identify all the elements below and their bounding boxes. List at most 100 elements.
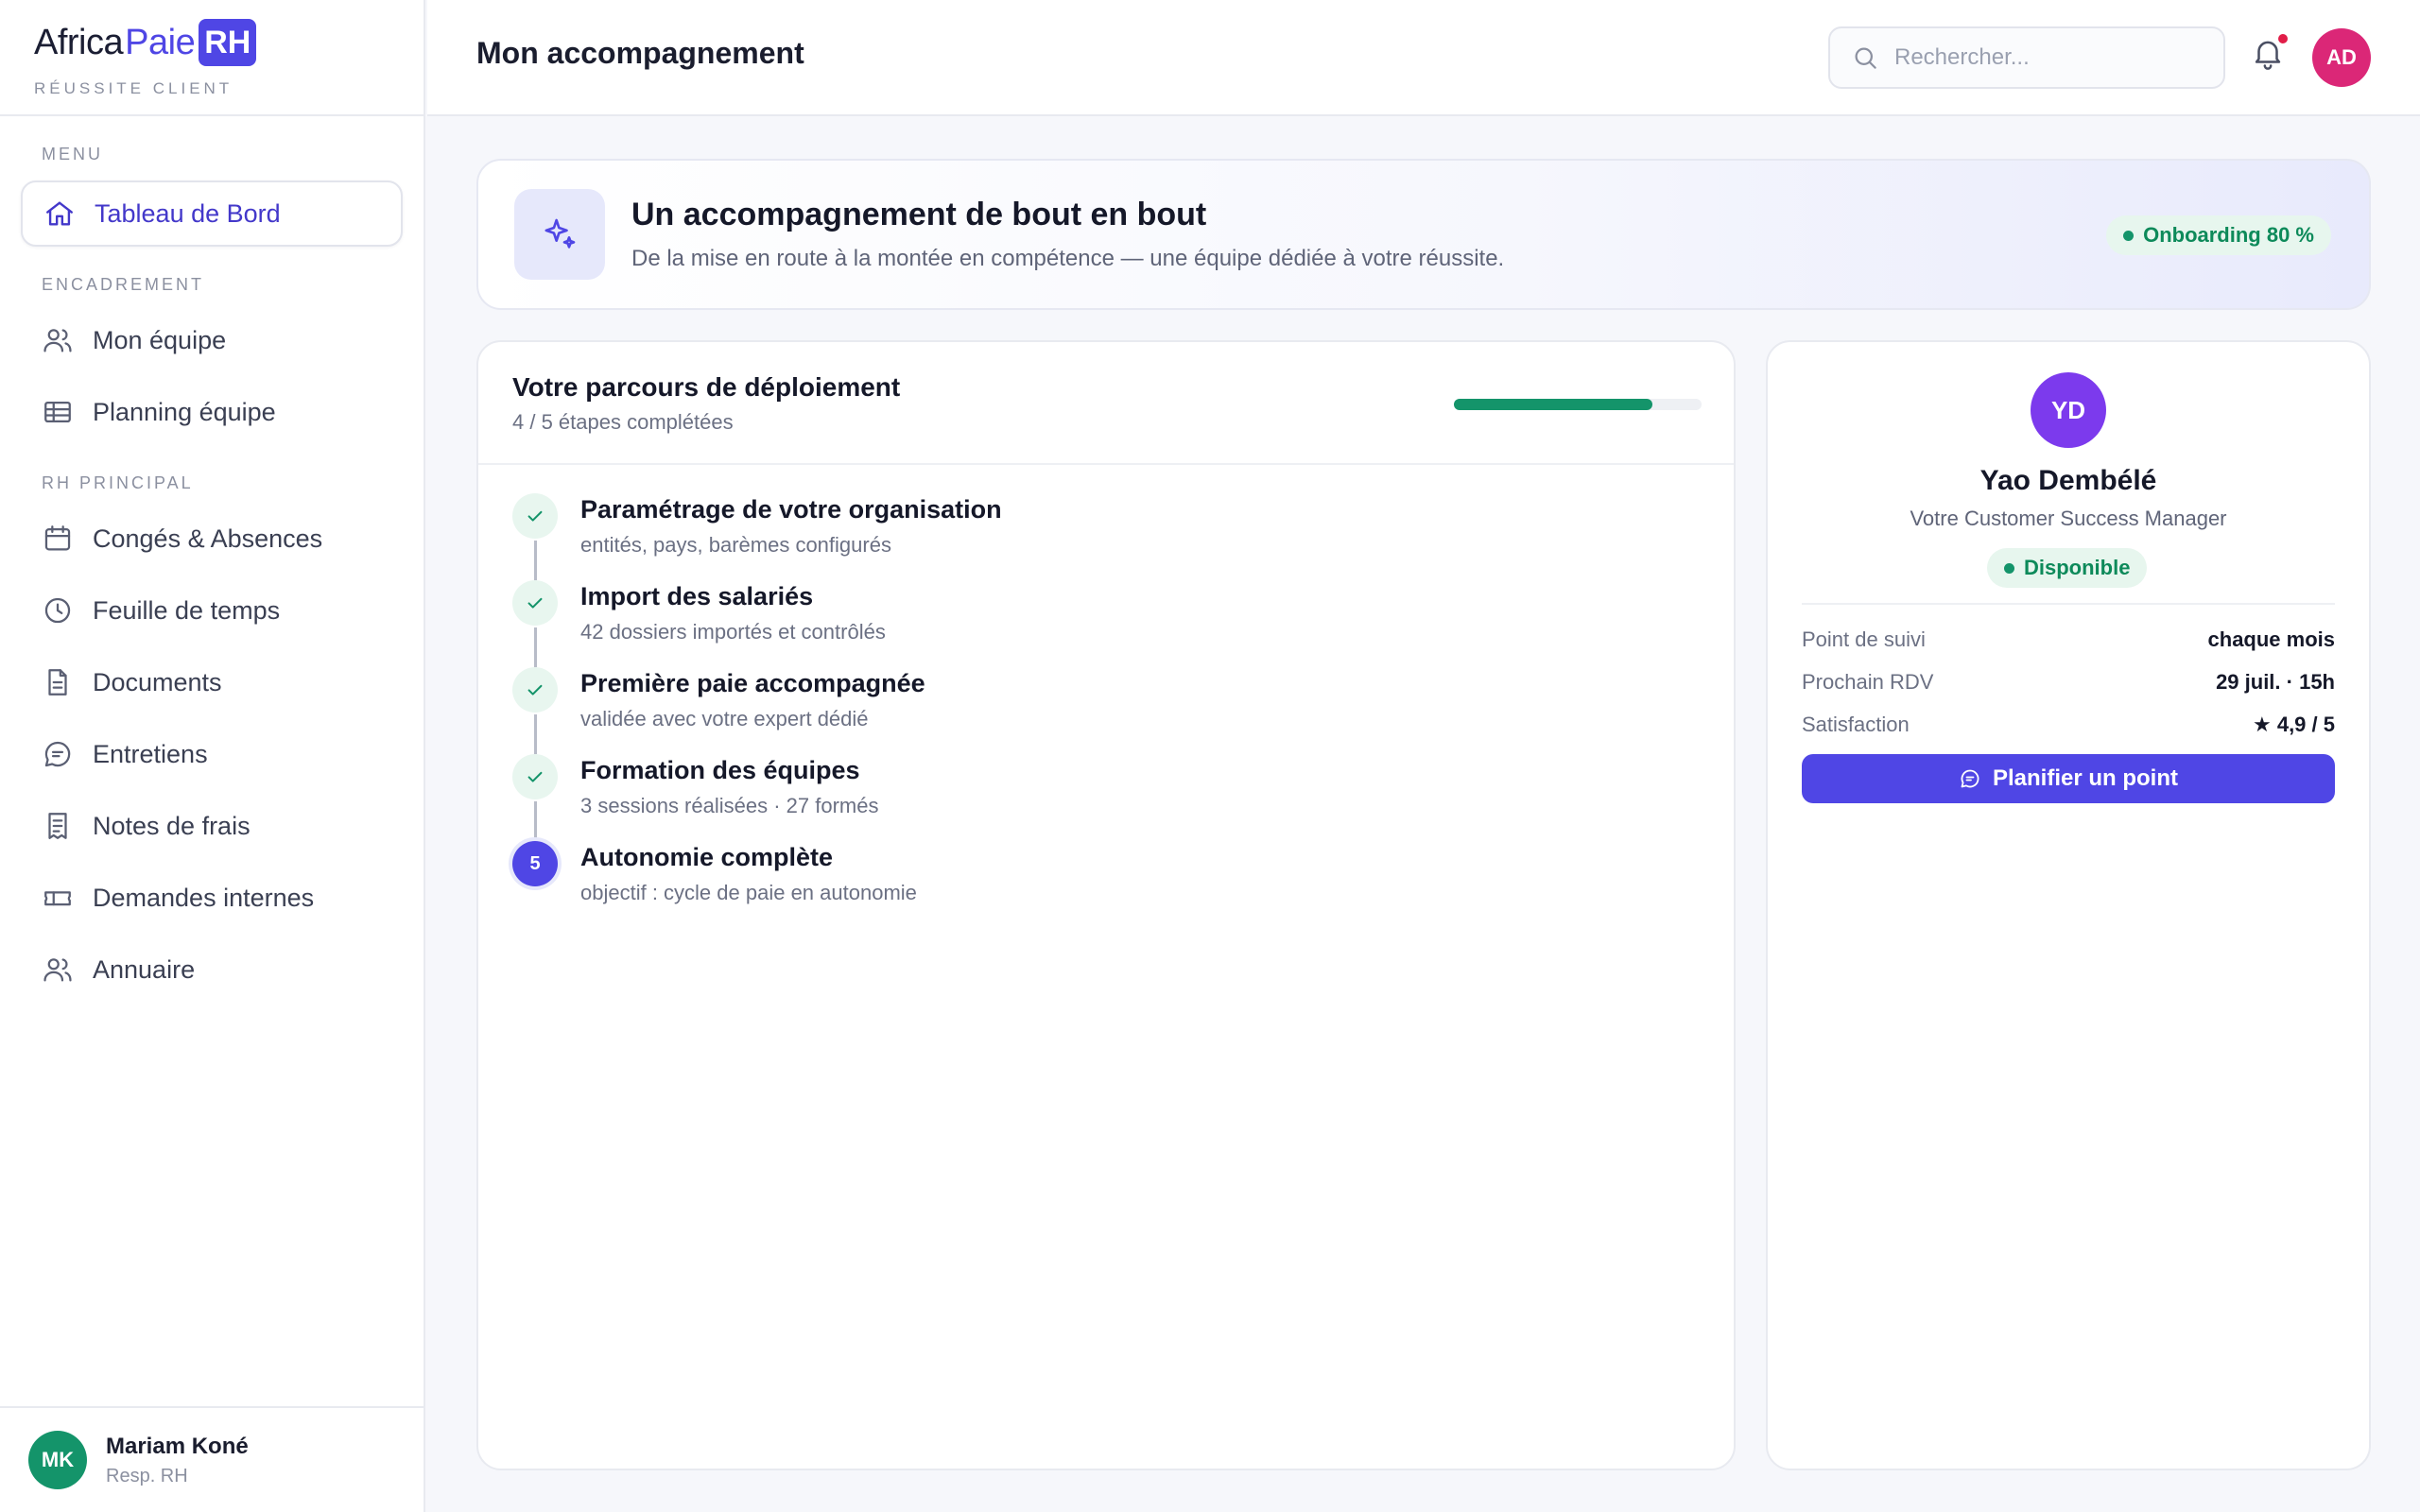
step-item: Première paie accompagnée validée avec v… xyxy=(478,667,1734,754)
availability-label: Disponible xyxy=(2024,556,2131,579)
table-icon xyxy=(42,396,74,428)
step-description: entités, pays, barèmes configurés xyxy=(580,533,891,557)
divider xyxy=(1802,603,2335,605)
sidebar-item-label: Congés & Absences xyxy=(93,524,323,553)
step-title: Formation des équipes xyxy=(580,756,860,784)
step-title: Import des salariés xyxy=(580,582,814,610)
onboarding-banner: Un accompagnement de bout en bout De la … xyxy=(476,159,2371,310)
step-connector xyxy=(534,714,537,754)
availability-badge: Disponible xyxy=(1987,548,2148,588)
sidebar-item-label: Tableau de Bord xyxy=(95,198,281,228)
brand-name-paie: Paie xyxy=(125,22,196,62)
ticket-icon xyxy=(42,882,74,914)
search-icon xyxy=(1855,47,1876,69)
sidebar-nav: MENU Tableau de Bord ENCADREMENT Mon équ… xyxy=(0,116,424,1003)
sidebar-item-planning-equipe[interactable]: Planning équipe xyxy=(21,379,403,445)
notification-dot xyxy=(2278,34,2288,43)
calendar-icon xyxy=(42,523,74,555)
brand-name-africa: Africa xyxy=(34,22,124,62)
sidebar-item-mon-equipe[interactable]: Mon équipe xyxy=(21,307,403,373)
notifications-button[interactable] xyxy=(2250,34,2291,77)
sidebar: Africa Paie RH RÉUSSITE CLIENT MENU Tabl… xyxy=(0,0,425,1512)
sidebar-item-documents[interactable]: Documents xyxy=(21,649,403,715)
sidebar-item-annuaire[interactable]: Annuaire xyxy=(21,936,403,1003)
sparkles-icon xyxy=(514,189,605,280)
step-title: Première paie accompagnée xyxy=(580,669,925,697)
sidebar-item-label: Notes de frais xyxy=(93,811,251,840)
banner-title: Un accompagnement de bout en bout xyxy=(631,197,1207,232)
check-icon xyxy=(512,754,558,799)
user-meta: Mariam Koné Resp. RH xyxy=(106,1434,249,1487)
sidebar-item-conges-absences[interactable]: Congés & Absences xyxy=(21,506,403,572)
info-value: ★ 4,9 / 5 xyxy=(2253,713,2335,736)
brand-subtitle: RÉUSSITE CLIENT xyxy=(34,79,233,97)
step-description: 42 dossiers importés et contrôlés xyxy=(580,620,886,644)
journey-steps: Paramétrage de votre organisation entité… xyxy=(478,465,1734,928)
journey-header: Votre parcours de déploiement 4 / 5 étap… xyxy=(478,342,1734,465)
journey-title: Votre parcours de déploiement xyxy=(512,372,901,402)
user-avatar-button[interactable]: AD xyxy=(2312,28,2371,87)
info-label: Point de suivi xyxy=(1802,627,1926,651)
home-icon xyxy=(43,198,76,230)
step-connector xyxy=(534,541,537,580)
step-item-current: 5 Autonomie complète objectif : cycle de… xyxy=(478,841,1734,928)
nav-section-rh-principal: RH PRINCIPAL xyxy=(42,473,194,492)
info-row-satisfaction: Satisfaction ★ 4,9 / 5 xyxy=(1802,711,2335,739)
info-row-prochain-rdv: Prochain RDV 29 juil. · 15h xyxy=(1802,668,2335,696)
info-row-point-de-suivi: Point de suivi chaque mois xyxy=(1802,626,2335,654)
receipt-icon xyxy=(42,810,74,842)
status-dot xyxy=(2004,562,2014,574)
journey-subtitle: 4 / 5 étapes complétées xyxy=(512,410,734,434)
users-icon xyxy=(42,324,74,356)
banner-subtitle: De la mise en route à la montée en compé… xyxy=(631,246,1505,271)
csm-name: Yao Dembélé xyxy=(1979,465,2157,496)
top-header: Mon accompagnement AD xyxy=(427,0,2420,116)
sidebar-item-label: Demandes internes xyxy=(93,883,315,912)
customer-success-card: YD Yao Dembélé Votre Customer Success Ma… xyxy=(1766,340,2371,1470)
sidebar-item-label: Entretiens xyxy=(93,739,208,768)
progress-bar xyxy=(1454,399,1702,410)
search-box[interactable] xyxy=(1828,26,2225,89)
brand: Africa Paie RH RÉUSSITE CLIENT xyxy=(0,0,424,116)
check-icon xyxy=(512,580,558,626)
step-item: Paramétrage de votre organisation entité… xyxy=(478,493,1734,580)
document-icon xyxy=(42,666,74,698)
sidebar-item-label: Feuille de temps xyxy=(93,595,281,625)
chat-icon xyxy=(42,738,74,770)
sidebar-item-tableau-de-bord[interactable]: Tableau de Bord xyxy=(21,180,403,247)
step-description: objectif : cycle de paie en autonomie xyxy=(580,881,917,904)
sidebar-item-notes-de-frais[interactable]: Notes de frais xyxy=(21,793,403,859)
step-connector xyxy=(534,801,537,841)
search-input[interactable] xyxy=(1894,44,2197,71)
schedule-meeting-button[interactable]: Planifier un point xyxy=(1802,754,2335,803)
info-value: chaque mois xyxy=(2207,627,2335,651)
nav-section-encadrement: ENCADREMENT xyxy=(42,275,205,294)
sidebar-item-feuille-de-temps[interactable]: Feuille de temps xyxy=(21,577,403,644)
clock-icon xyxy=(42,594,74,627)
brand-badge-rh: RH xyxy=(199,19,257,66)
contacts-icon xyxy=(42,954,74,986)
user-role: Resp. RH xyxy=(106,1465,188,1486)
sidebar-item-label: Mon équipe xyxy=(93,325,227,354)
chat-icon xyxy=(1961,769,1979,788)
status-badge-label: Onboarding 80 % xyxy=(2143,223,2314,247)
sidebar-item-entretiens[interactable]: Entretiens xyxy=(21,721,403,787)
avatar: MK xyxy=(28,1431,87,1489)
brand-logo[interactable]: Africa Paie RH xyxy=(34,19,424,66)
page-title: Mon accompagnement xyxy=(476,36,804,70)
current-user[interactable]: MK Mariam Koné Resp. RH xyxy=(0,1406,424,1512)
step-description: 3 sessions réalisées · 27 formés xyxy=(580,794,879,817)
avatar: YD xyxy=(2031,372,2106,448)
sidebar-item-label: Planning équipe xyxy=(93,397,276,426)
status-dot xyxy=(2123,230,2135,241)
step-item: Formation des équipes 3 sessions réalisé… xyxy=(478,754,1734,841)
sidebar-item-demandes-internes[interactable]: Demandes internes xyxy=(21,865,403,931)
step-description: validée avec votre expert dédié xyxy=(580,707,869,730)
info-label: Prochain RDV xyxy=(1802,670,1934,694)
step-title: Paramétrage de votre organisation xyxy=(580,495,1002,524)
check-icon xyxy=(512,493,558,539)
info-value: 29 juil. · 15h xyxy=(2216,670,2335,694)
deployment-journey-card: Votre parcours de déploiement 4 / 5 étap… xyxy=(476,340,1736,1470)
check-icon xyxy=(512,667,558,713)
schedule-meeting-label: Planifier un point xyxy=(1993,765,2178,791)
